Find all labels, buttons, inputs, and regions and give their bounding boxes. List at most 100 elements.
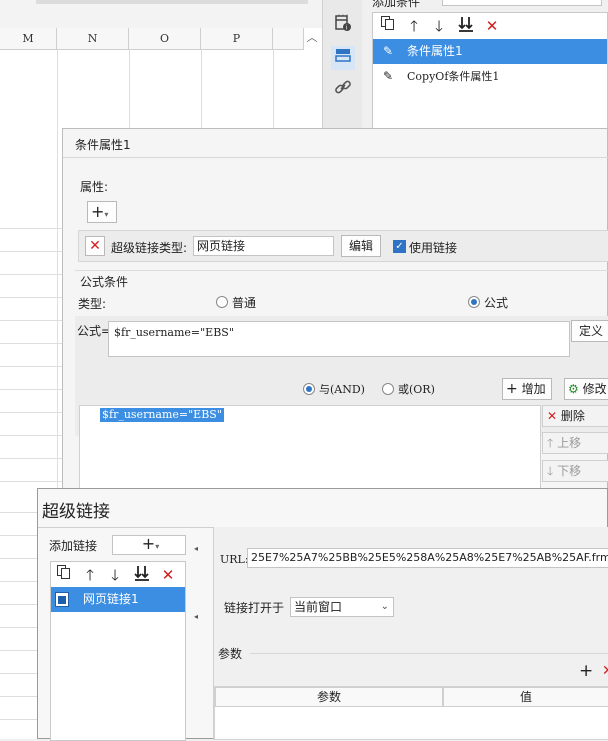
- condition-expression-item[interactable]: $fr_username="EBS": [100, 408, 224, 422]
- open-in-select[interactable]: 当前窗口 ⌄: [290, 597, 394, 617]
- attribute-row: ✕ 超级链接类型: 网页链接 编辑 ✓ 使用链接: [78, 230, 608, 262]
- hyperlink-type-field[interactable]: 网页链接: [193, 236, 334, 256]
- pencil-icon: ✎: [382, 69, 394, 83]
- move-down-label: 下移: [557, 464, 582, 478]
- define-button[interactable]: 定义: [571, 320, 608, 342]
- move-up-label: 上移: [557, 436, 582, 450]
- delete-icon[interactable]: ✕: [481, 15, 503, 37]
- condition-list: 🡑 🡓 ✕ ✎ 条件属性1 ✎ CopyOf条件属性1: [372, 12, 608, 130]
- delete-icon[interactable]: ✕: [157, 564, 179, 586]
- modify-button-label: 修改: [582, 382, 607, 396]
- arrow-up-icon[interactable]: 🡑: [403, 15, 425, 37]
- params-column-header[interactable]: 值: [443, 687, 608, 707]
- divider: [250, 653, 608, 654]
- type-normal-label: 普通: [232, 296, 257, 310]
- plus-icon: +: [91, 202, 105, 221]
- column-header-p[interactable]: P: [201, 28, 273, 50]
- formula-input[interactable]: $fr_username="EBS": [108, 321, 570, 357]
- pencil-icon: ✎: [382, 44, 394, 58]
- divider: [63, 157, 608, 158]
- dialog-title: 超级链接: [42, 502, 110, 522]
- cell-attribute-icon[interactable]: i: [331, 14, 355, 38]
- hyperlink-icon[interactable]: [331, 78, 355, 102]
- sheet-top-strip: [0, 0, 322, 28]
- column-header-n[interactable]: N: [57, 28, 129, 50]
- copy-icon[interactable]: [53, 564, 75, 586]
- url-label: URL:: [220, 553, 249, 566]
- logic-and-radio[interactable]: [303, 383, 315, 395]
- type-formula-radio[interactable]: [468, 296, 480, 308]
- condition-item[interactable]: ✎ 条件属性1: [373, 39, 607, 64]
- arrow-down-icon[interactable]: 🡓: [104, 564, 126, 586]
- link-settings-panel: URL: 25E7%25A7%25BB%25E5%258A%25A8%25E7%…: [213, 527, 608, 740]
- logic-and-label: 与(AND): [319, 383, 365, 396]
- add-link-label: 添加链接: [49, 539, 98, 553]
- link-item[interactable]: 网页链接1: [51, 587, 185, 612]
- web-link-icon: [55, 592, 69, 607]
- modify-condition-button[interactable]: ⚙ 修改: [564, 378, 608, 400]
- add-condition-label: 添加条件: [372, 0, 421, 9]
- dialog-title: 条件属性1: [75, 138, 131, 152]
- plus-icon: +: [506, 381, 518, 397]
- add-condition-dropdown[interactable]: [442, 0, 602, 6]
- add-button-label: 增加: [521, 382, 546, 396]
- params-table: 参数 值: [214, 686, 608, 740]
- horizontal-scrollbar[interactable]: [36, 0, 308, 4]
- type-label: 类型:: [78, 297, 107, 311]
- formula-condition-label: 公式条件: [80, 275, 129, 289]
- open-in-label: 链接打开于: [224, 601, 285, 615]
- hyperlink-dialog: 超级链接 添加链接 +▾ 🡑 🡓 ✕ 网页链接1 ◂ ◂ URL: 25E7%2…: [37, 488, 608, 741]
- collapse-left-icon: ◂: [194, 544, 199, 553]
- arrow-down-icon[interactable]: 🡓: [428, 15, 450, 37]
- add-param-button[interactable]: +: [579, 662, 593, 680]
- chevron-up-icon[interactable]: ︿: [304, 28, 320, 48]
- link-list: 🡑 🡓 ✕ 网页链接1: [50, 561, 186, 741]
- splitter[interactable]: ◂ ◂: [194, 529, 198, 740]
- remove-attribute-icon[interactable]: ✕: [85, 236, 105, 256]
- edit-button[interactable]: 编辑: [341, 235, 381, 257]
- move-to-bottom-icon[interactable]: [455, 15, 477, 37]
- column-header-o[interactable]: O: [129, 28, 201, 50]
- url-input[interactable]: 25E7%25A7%25BB%25E5%258A%25A8%25E7%25AB%…: [247, 548, 608, 568]
- chevron-down-icon: ⌄: [380, 601, 389, 612]
- condition-item[interactable]: ✎ CopyOf条件属性1: [373, 64, 607, 89]
- open-in-value: 当前窗口: [294, 600, 343, 614]
- add-condition-button[interactable]: + 增加: [502, 378, 552, 400]
- type-normal-radio[interactable]: [216, 296, 228, 308]
- logic-or-radio[interactable]: [382, 383, 394, 395]
- condition-attribute-icon[interactable]: [331, 46, 355, 70]
- add-attribute-button[interactable]: +▾: [87, 201, 117, 223]
- use-link-checkbox[interactable]: ✓: [393, 240, 406, 253]
- params-column-header[interactable]: 参数: [215, 687, 443, 707]
- copy-icon[interactable]: [377, 15, 399, 37]
- delete-button-label: 删除: [560, 409, 585, 423]
- delete-param-icon[interactable]: ✕: [602, 663, 608, 679]
- params-label: 参数: [218, 647, 243, 661]
- plus-icon: +: [141, 535, 156, 553]
- delete-condition-button[interactable]: ✕ 删除: [542, 405, 608, 427]
- move-to-bottom-icon[interactable]: [131, 564, 153, 586]
- hyperlink-type-label: 超级链接类型:: [111, 241, 188, 255]
- logic-or-label: 或(OR): [398, 383, 435, 396]
- use-link-label: 使用链接: [409, 241, 458, 255]
- arrow-down-icon: 🡓: [547, 464, 554, 478]
- modify-icon: ⚙: [568, 382, 579, 396]
- condition-item-label: CopyOf条件属性1: [407, 70, 500, 83]
- delete-icon: ✕: [547, 409, 558, 423]
- divider: [75, 270, 608, 271]
- condition-item-label: 条件属性1: [407, 44, 463, 58]
- arrow-up-icon: 🡑: [547, 436, 554, 450]
- arrow-up-icon[interactable]: 🡑: [79, 564, 101, 586]
- chevron-down-icon: ▾: [104, 210, 109, 219]
- column-header-m[interactable]: M: [0, 28, 57, 50]
- chevron-down-icon: ▾: [155, 542, 160, 551]
- collapse-left-icon: ◂: [194, 612, 199, 621]
- move-up-button[interactable]: 🡑 上移: [542, 432, 608, 454]
- formula-label: 公式=: [77, 324, 112, 338]
- column-header-blank: [273, 28, 304, 50]
- condition-expression-list: $fr_username="EBS": [79, 405, 541, 489]
- move-down-button[interactable]: 🡓 下移: [542, 460, 608, 482]
- link-list-panel: 添加链接 +▾ 🡑 🡓 ✕ 网页链接1: [46, 529, 194, 741]
- attributes-label: 属性:: [80, 180, 109, 194]
- add-link-dropdown[interactable]: +▾: [112, 535, 186, 555]
